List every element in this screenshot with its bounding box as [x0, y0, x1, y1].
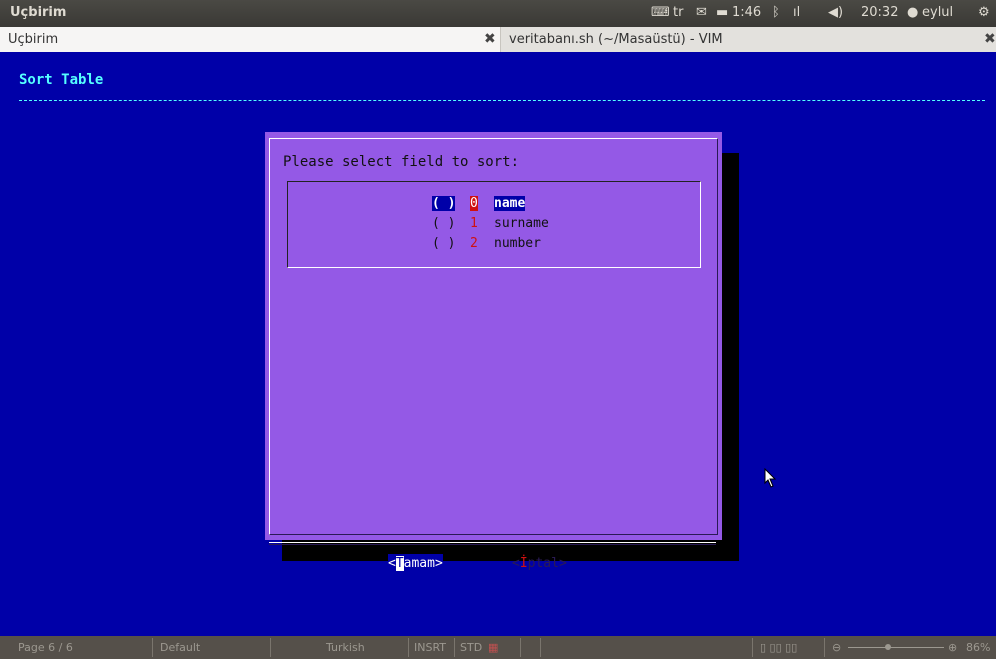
tab-terminal[interactable]: Uçbirim ✖ — [0, 27, 501, 52]
view-layout-icon[interactable]: ▯ ▯▯ ▯▯ — [760, 641, 797, 654]
backtitle: Sort Table — [19, 72, 104, 88]
radio-option-surname[interactable]: ( ) 1 surname — [432, 216, 549, 235]
button-separator — [269, 542, 716, 543]
zoom-in-icon[interactable]: ⊕ — [948, 641, 957, 654]
status-bar: Page 6 / 6 Default Turkish INSRT STD ▦ ▯… — [0, 636, 996, 659]
divider — [408, 638, 409, 657]
tab-label: Uçbirim — [8, 32, 59, 47]
keyboard-icon[interactable]: ⌨ — [651, 5, 670, 20]
option-tag: 0 — [470, 196, 478, 211]
battery-time[interactable]: 1:46 — [732, 5, 761, 20]
radio-button[interactable]: ( ) — [432, 216, 455, 231]
option-label: number — [494, 236, 541, 251]
volume-icon[interactable]: ◀) — [828, 5, 843, 20]
ok-hotkey: T — [395, 556, 404, 571]
zoom-slider-handle[interactable] — [885, 644, 891, 650]
bluetooth-icon[interactable]: ᛒ — [772, 5, 780, 20]
radio-button[interactable]: ( ) — [432, 196, 456, 211]
language[interactable]: Turkish — [326, 641, 365, 654]
radio-option-number[interactable]: ( ) 2 number — [432, 236, 541, 255]
settings-gear-icon[interactable]: ⚙ — [978, 5, 990, 20]
divider — [270, 638, 271, 657]
backtitle-divider — [19, 100, 985, 101]
app-title: Uçbirim — [10, 5, 67, 20]
keyboard-layout[interactable]: tr — [673, 5, 683, 20]
zoom-level[interactable]: 86% — [966, 641, 990, 654]
selection-mode[interactable]: STD — [460, 641, 482, 654]
dialog-prompt: Please select field to sort: — [283, 154, 520, 170]
radio-list: ( ) 0 name ( ) 1 surname ( ) 2 number — [287, 181, 701, 268]
zoom-slider[interactable] — [848, 647, 944, 648]
clock[interactable]: 20:32 — [861, 5, 898, 20]
network-icon[interactable]: ıl — [793, 5, 800, 20]
radio-button[interactable]: ( ) — [432, 236, 455, 251]
tab-vim[interactable]: veritabanı.sh (~/Masaüstü) - VIM ✖ — [501, 27, 996, 52]
page-indicator: Page 6 / 6 — [18, 641, 73, 654]
cancel-hotkey: İ — [519, 556, 528, 571]
option-tag: 1 — [470, 216, 478, 231]
tab-label: veritabanı.sh (~/Masaüstü) - VIM — [509, 32, 723, 47]
divider — [540, 638, 541, 657]
divider — [152, 638, 153, 657]
user-icon[interactable]: ● — [907, 5, 918, 20]
ok-rest: amam> — [403, 556, 443, 571]
radio-option-name[interactable]: ( ) 0 name — [432, 196, 526, 215]
user-name[interactable]: eylul — [922, 5, 953, 20]
close-icon[interactable]: ✖ — [484, 27, 496, 52]
top-panel: Uçbirim ⌨ tr ✉ ▬ 1:46 ᛒ ıl ◀) 20:32 ● ey… — [0, 0, 996, 27]
divider — [752, 638, 753, 657]
ok-open: < — [388, 556, 396, 571]
option-label: name — [494, 196, 526, 211]
divider — [520, 638, 521, 657]
document-modified-icon: ▦ — [488, 641, 499, 654]
insert-mode[interactable]: INSRT — [414, 641, 446, 654]
cancel-rest: ptal> — [527, 556, 567, 571]
terminal-area[interactable]: Sort Table Please select field to sort: … — [0, 52, 996, 636]
zoom-out-icon[interactable]: ⊖ — [832, 641, 841, 654]
close-icon[interactable]: ✖ — [984, 27, 996, 52]
option-label: surname — [494, 216, 549, 231]
battery-icon[interactable]: ▬ — [716, 5, 728, 20]
option-tag: 2 — [470, 236, 478, 251]
divider — [824, 638, 825, 657]
divider — [454, 638, 455, 657]
cancel-open: < — [512, 556, 520, 571]
sort-dialog: Please select field to sort: ( ) 0 name … — [265, 132, 722, 574]
cancel-button[interactable]: <İptal> — [512, 554, 567, 574]
page-style[interactable]: Default — [160, 641, 200, 654]
ok-button[interactable]: <Tamam> — [388, 554, 443, 574]
mouse-pointer-icon — [764, 468, 777, 488]
button-separator-shadow — [269, 544, 716, 545]
tab-bar: Uçbirim ✖ veritabanı.sh (~/Masaüstü) - V… — [0, 27, 996, 53]
mail-icon[interactable]: ✉ — [696, 5, 707, 20]
